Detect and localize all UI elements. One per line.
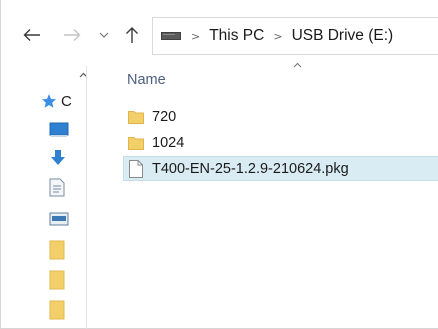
sidebar-item-desktop[interactable] xyxy=(49,119,73,141)
arrow-right-icon xyxy=(64,29,81,41)
star-icon xyxy=(42,94,56,108)
breadcrumb-usb-drive[interactable]: USB Drive (E:) xyxy=(292,25,394,47)
document-icon xyxy=(49,178,65,196)
file-name: T400-EN-25-1.2.9-210624.pkg xyxy=(152,160,349,177)
file-name: 1024 xyxy=(152,134,185,151)
breadcrumb-separator: > xyxy=(191,29,201,43)
breadcrumb-separator: > xyxy=(273,29,283,43)
folder-icon xyxy=(128,108,144,126)
sidebar-item-folder[interactable] xyxy=(49,269,73,291)
sidebar-item-downloads[interactable] xyxy=(49,147,73,169)
folder-icon xyxy=(128,134,144,152)
back-button[interactable] xyxy=(19,22,45,48)
file-explorer-window: > This PC > USB Drive (E:) C Name 720 10… xyxy=(0,0,438,329)
folder-icon xyxy=(49,270,65,290)
file-row-pkg[interactable]: T400-EN-25-1.2.9-210624.pkg xyxy=(123,156,438,181)
file-name: 720 xyxy=(152,108,177,125)
arrow-left-icon xyxy=(23,29,40,41)
arrow-up-icon xyxy=(126,27,138,43)
file-row-folder-720[interactable]: 720 xyxy=(123,104,176,129)
chevron-up-icon xyxy=(293,62,301,68)
download-icon xyxy=(51,150,65,165)
recent-locations-button[interactable] xyxy=(97,26,111,44)
breadcrumb-this-pc[interactable]: This PC xyxy=(209,25,264,47)
pane-scroll-up-button[interactable] xyxy=(77,70,86,80)
file-list: Name 720 1024 T400-EN-25-1.2.9-210624.pk… xyxy=(87,62,438,329)
file-row-folder-1024[interactable]: 1024 xyxy=(123,130,184,155)
pictures-icon xyxy=(49,212,69,226)
folder-icon xyxy=(49,300,65,320)
navigation-bar: > This PC > USB Drive (E:) xyxy=(1,0,438,66)
sidebar-item-documents[interactable] xyxy=(49,176,73,198)
desktop-icon xyxy=(49,122,69,137)
sidebar-item-folder[interactable] xyxy=(49,239,73,261)
folder-icon xyxy=(49,240,65,260)
address-bar[interactable]: > This PC > USB Drive (E:) xyxy=(152,17,438,55)
forward-button[interactable] xyxy=(59,22,85,48)
file-icon xyxy=(128,159,144,178)
sidebar-item-quick-access[interactable]: C xyxy=(41,90,86,112)
drive-icon xyxy=(161,31,181,41)
navigation-pane: C xyxy=(1,66,87,329)
sidebar-item-pictures[interactable] xyxy=(49,208,73,230)
sidebar-item-label: C xyxy=(61,92,72,110)
chevron-down-icon xyxy=(99,32,109,38)
sort-ascending-indicator xyxy=(291,60,303,70)
up-button[interactable] xyxy=(119,22,145,48)
column-header-name[interactable]: Name xyxy=(127,72,166,88)
sidebar-item-folder[interactable] xyxy=(49,299,73,321)
chevron-up-icon xyxy=(79,72,86,78)
